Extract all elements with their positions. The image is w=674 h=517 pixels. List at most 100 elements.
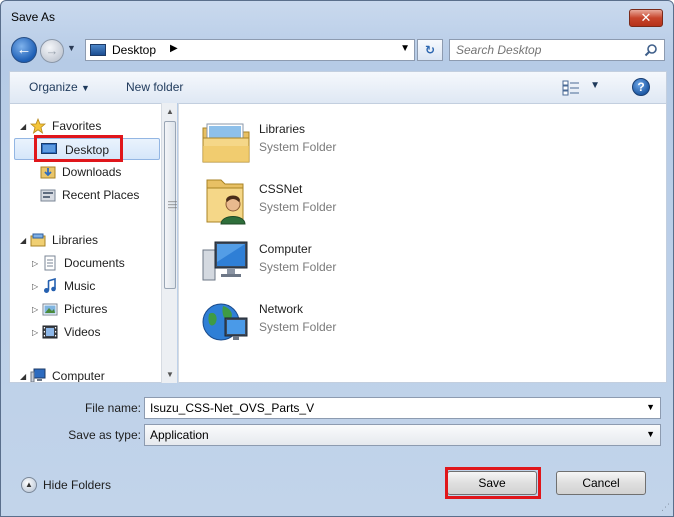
history-dropdown-icon[interactable]: ▼ xyxy=(67,43,76,53)
organize-label: Organize xyxy=(29,80,78,94)
downloads-folder-icon xyxy=(40,166,56,179)
resize-grip-icon[interactable]: ⋰ xyxy=(661,502,670,513)
item-type: System Folder xyxy=(259,260,337,274)
star-icon xyxy=(30,118,46,134)
nav-downloads[interactable]: Downloads xyxy=(40,162,160,182)
item-type: System Folder xyxy=(259,320,337,334)
save-form: File name: Isuzu_CSS-Net_OVS_Parts_V ▼ S… xyxy=(9,385,667,446)
expand-music-icon[interactable]: ▷ xyxy=(32,282,38,291)
list-item-cssnet[interactable]: CSSNet System Folder xyxy=(201,172,401,228)
close-icon: ✕ xyxy=(640,10,652,25)
user-folder-icon xyxy=(206,179,246,225)
forward-button[interactable]: → xyxy=(40,39,64,63)
forward-arrow-icon: → xyxy=(45,43,59,58)
scroll-thumb[interactable]: — — — xyxy=(164,121,177,289)
refresh-button[interactable]: ↻ xyxy=(417,39,443,61)
libraries-folder-icon xyxy=(202,123,250,163)
nav-recent-places-label: Recent Places xyxy=(62,188,140,202)
nav-videos[interactable]: Videos xyxy=(42,322,162,342)
organize-dropdown-icon: ▼ xyxy=(81,83,90,93)
nav-music[interactable]: Music xyxy=(42,276,162,296)
nav-computer[interactable]: Computer xyxy=(30,366,150,383)
expand-videos-icon[interactable]: ▷ xyxy=(32,328,38,337)
nav-favorites[interactable]: Favorites xyxy=(30,116,150,136)
nav-pictures-label: Pictures xyxy=(64,302,108,316)
search-input[interactable] xyxy=(450,40,640,60)
expand-documents-icon[interactable]: ▷ xyxy=(32,259,38,268)
item-name: Libraries xyxy=(259,122,306,136)
address-location[interactable]: Desktop xyxy=(112,43,156,57)
expand-libraries-icon[interactable]: ◢ xyxy=(20,236,26,245)
computer-icon xyxy=(30,368,46,382)
file-name-dropdown-icon[interactable]: ▼ xyxy=(646,402,655,412)
save-type-value: Application xyxy=(150,428,209,442)
search-icon[interactable] xyxy=(644,43,658,57)
item-type: System Folder xyxy=(259,140,337,154)
command-bar: Organize ▼ New folder ▼ ? xyxy=(9,71,667,103)
nav-music-label: Music xyxy=(64,279,96,293)
file-name-value[interactable]: Isuzu_CSS-Net_OVS_Parts_V xyxy=(150,401,314,415)
desktop-icon xyxy=(90,44,106,56)
title-bar[interactable]: Save As ✕ xyxy=(1,1,673,31)
list-item-libraries[interactable]: Libraries System Folder xyxy=(201,112,401,168)
nav-videos-label: Videos xyxy=(64,325,101,339)
expand-pictures-icon[interactable]: ▷ xyxy=(32,305,38,314)
item-name: Network xyxy=(259,302,304,316)
nav-favorites-label: Favorites xyxy=(52,119,102,133)
refresh-icon: ↻ xyxy=(424,43,436,57)
navigation-pane: ◢ Favorites Desktop Downloads Recent Pla… xyxy=(9,103,177,383)
highlight-desktop-annotation xyxy=(34,135,123,162)
network-globe-icon xyxy=(202,303,248,341)
nav-libraries-label: Libraries xyxy=(52,233,99,247)
expand-computer-icon[interactable]: ◢ xyxy=(20,372,26,381)
save-type-label: Save as type: xyxy=(68,428,141,442)
nav-libraries[interactable]: Libraries xyxy=(30,230,150,250)
cancel-button[interactable]: Cancel xyxy=(556,471,646,495)
nav-documents-label: Documents xyxy=(64,256,125,270)
window-title: Save As xyxy=(11,10,56,24)
libraries-icon xyxy=(30,233,46,247)
save-type-select[interactable]: Application ▼ xyxy=(144,424,661,446)
item-name: CSSNet xyxy=(259,182,303,196)
highlight-save-annotation xyxy=(445,467,541,499)
file-name-label: File name: xyxy=(84,401,141,415)
close-button[interactable]: ✕ xyxy=(629,9,663,27)
nav-recent-places[interactable]: Recent Places xyxy=(40,185,170,205)
item-type: System Folder xyxy=(259,200,337,214)
nav-documents[interactable]: Documents xyxy=(42,253,162,273)
videos-icon xyxy=(42,325,58,339)
file-name-field[interactable]: Isuzu_CSS-Net_OVS_Parts_V ▼ xyxy=(144,397,661,419)
save-type-dropdown-icon: ▼ xyxy=(646,429,655,439)
music-icon xyxy=(44,278,56,293)
save-as-dialog: Save As ✕ ← → ▼ Desktop ▶ ▼ ↻ Organize ▼… xyxy=(0,0,674,517)
nav-pane-scrollbar[interactable]: ▲ — — — ▼ xyxy=(161,103,177,383)
search-box[interactable] xyxy=(449,39,665,61)
expand-favorites-icon[interactable]: ◢ xyxy=(20,122,26,131)
scroll-grip-icon: — — — xyxy=(168,196,177,212)
computer-icon xyxy=(202,241,248,281)
back-button[interactable]: ← xyxy=(11,37,37,63)
hide-folders-label: Hide Folders xyxy=(43,478,112,492)
change-view-icon[interactable] xyxy=(562,80,580,96)
documents-icon xyxy=(44,255,56,271)
organize-button[interactable]: Organize ▼ xyxy=(29,80,90,94)
collapse-up-icon: ▲ xyxy=(21,477,37,493)
nav-computer-label: Computer xyxy=(52,369,105,383)
address-dropdown-icon[interactable]: ▼ xyxy=(400,43,410,54)
scroll-down-icon[interactable]: ▼ xyxy=(166,370,174,379)
nav-downloads-label: Downloads xyxy=(62,165,122,179)
file-list: Libraries System Folder CSSNet System Fo… xyxy=(178,103,667,383)
list-item-network[interactable]: Network System Folder xyxy=(201,292,401,348)
breadcrumb-arrow-icon[interactable]: ▶ xyxy=(170,43,178,54)
pictures-icon xyxy=(42,303,58,316)
help-icon[interactable]: ? xyxy=(632,78,650,96)
nav-pictures[interactable]: Pictures xyxy=(42,299,162,319)
navigation-bar: ← → ▼ Desktop ▶ ▼ ↻ xyxy=(9,35,665,65)
new-folder-button[interactable]: New folder xyxy=(126,80,183,94)
view-options-dropdown-icon[interactable]: ▼ xyxy=(590,80,600,91)
back-arrow-icon: ← xyxy=(16,41,32,58)
item-name: Computer xyxy=(259,242,312,256)
scroll-up-icon[interactable]: ▲ xyxy=(166,107,174,116)
list-item-computer[interactable]: Computer System Folder xyxy=(201,232,401,288)
address-bar[interactable]: Desktop ▶ ▼ xyxy=(85,39,415,61)
